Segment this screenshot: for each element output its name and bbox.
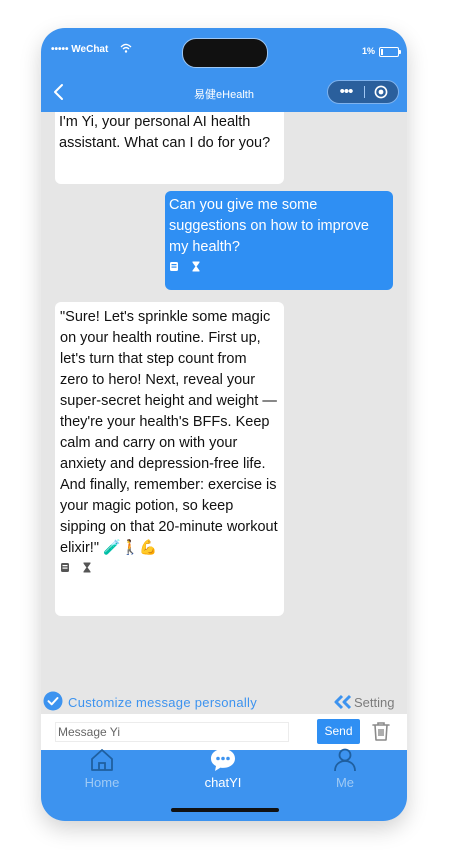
customize-bar: Customize message personally Setting (41, 688, 407, 714)
close-miniprogram-icon[interactable] (374, 85, 388, 99)
bot-message: I'm Yi, your personal AI health assistan… (55, 112, 284, 184)
carrier-label: ••••• WeChat (51, 44, 109, 55)
nav-bar: 易健eHealth ••• (41, 72, 407, 112)
tab-label: chatYI (204, 775, 242, 790)
hourglass-icon[interactable] (191, 261, 201, 272)
setting-label: Setting (354, 695, 395, 710)
composer-bar: Send (41, 714, 407, 750)
miniprogram-capsule: ••• (327, 80, 399, 104)
user-icon (334, 748, 356, 772)
hourglass-icon[interactable] (82, 562, 92, 573)
chat-thread[interactable]: I'm Yi, your personal AI health assistan… (41, 112, 407, 688)
double-chevron-left-icon (334, 694, 352, 710)
bottom-tab-bar: Home chatYI Me (41, 748, 407, 821)
message-input[interactable] (55, 722, 289, 742)
bot-message: "Sure! Let's sprinkle some magic on your… (55, 302, 284, 616)
copy-icon[interactable] (169, 261, 179, 272)
message-actions (169, 261, 385, 272)
message-text: I'm Yi, your personal AI health assistan… (59, 114, 271, 151)
tab-label: Home (84, 775, 120, 790)
battery-icon (379, 47, 401, 57)
send-button[interactable]: Send (317, 719, 360, 744)
tab-home[interactable]: Home (62, 749, 142, 796)
capsule-divider (364, 86, 365, 98)
status-bar: ••••• WeChat 1% (41, 28, 407, 72)
home-indicator (171, 808, 279, 812)
wifi-icon (120, 43, 132, 53)
message-text: Can you give me some suggestions on how … (169, 197, 369, 255)
battery-percentage: 1% (362, 46, 376, 56)
tab-label: Me (335, 775, 355, 790)
message-actions (60, 562, 278, 573)
copy-icon[interactable] (60, 562, 70, 573)
user-message: Can you give me some suggestions on how … (165, 191, 393, 290)
message-text: "Sure! Let's sprinkle some magic on your… (60, 309, 278, 556)
phone-frame: ••••• WeChat 1% 易健eHealth ••• I'm Yi, yo… (41, 28, 407, 821)
tab-me[interactable]: Me (305, 748, 385, 796)
camera-notch (182, 38, 268, 68)
tab-chatyi[interactable]: chatYI (183, 749, 263, 796)
check-circle-icon[interactable] (43, 691, 63, 711)
trash-icon[interactable] (371, 720, 391, 742)
customize-message-toggle[interactable]: Customize message personally (68, 695, 257, 710)
more-options-button[interactable]: ••• (328, 81, 364, 103)
chat-bubble-icon (211, 749, 235, 771)
home-icon (91, 749, 113, 771)
